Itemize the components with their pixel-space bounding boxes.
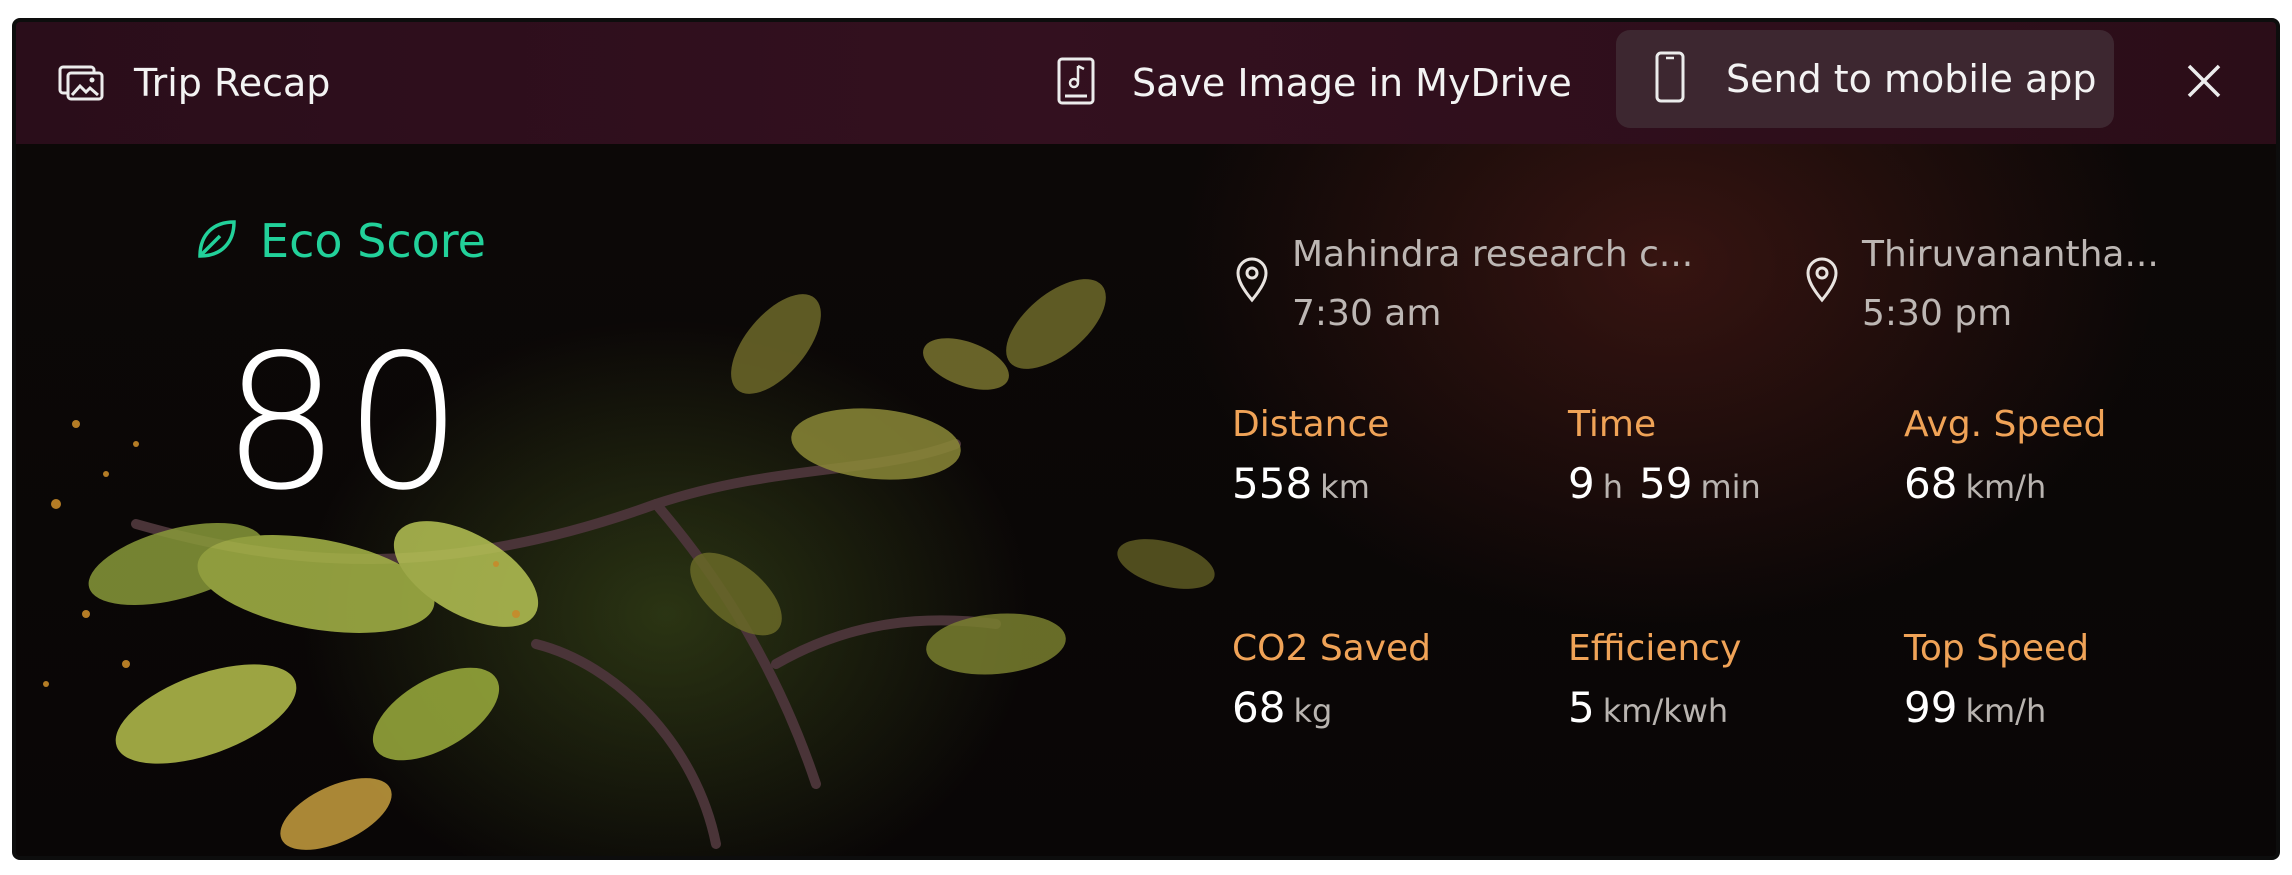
stat-time-label: Time: [1568, 404, 1657, 445]
end-time: 5:30 pm: [1862, 293, 2013, 334]
stat-avg-speed: Avg. Speed 68 km/h: [1904, 404, 2106, 508]
save-image-icon: [1056, 56, 1096, 110]
stat-distance-value: 558: [1232, 459, 1313, 508]
stat-co2-saved: CO2 Saved 68 kg: [1232, 628, 1431, 732]
start-location: Mahindra research c... 7:30 am: [1234, 234, 1693, 334]
save-image-label: Save Image in MyDrive: [1132, 61, 1572, 105]
stat-avg-speed-label: Avg. Speed: [1904, 404, 2107, 445]
stat-avg-speed-unit: km/h: [1965, 468, 2047, 506]
stat-top-speed-label: Top Speed: [1904, 628, 2090, 669]
stat-time-hours-unit: h: [1602, 468, 1624, 506]
stat-efficiency-value: 5: [1568, 683, 1595, 732]
stat-time-hours: 9: [1568, 459, 1595, 508]
leaf-icon: [194, 216, 240, 266]
end-location: Thiruvanantha... 5:30 pm: [1804, 234, 2159, 334]
stat-time-minutes-unit: min: [1700, 468, 1761, 506]
stat-distance-unit: km: [1320, 468, 1370, 506]
save-image-button[interactable]: Save Image in MyDrive: [1056, 22, 1572, 144]
end-location-name: Thiruvanantha...: [1862, 234, 2159, 275]
stat-efficiency-label: Efficiency: [1568, 628, 1742, 669]
stat-co2-saved-label: CO2 Saved: [1232, 628, 1432, 669]
stat-distance: Distance 558 km: [1232, 404, 1389, 508]
gallery-icon: [58, 61, 104, 105]
stat-time-minutes: 59: [1639, 459, 1693, 508]
stat-efficiency-unit: km/kwh: [1602, 692, 1729, 730]
stat-co2-saved-value: 68: [1232, 683, 1286, 732]
stat-distance-label: Distance: [1232, 404, 1390, 445]
stat-top-speed-unit: km/h: [1965, 692, 2047, 730]
location-pin-icon: [1804, 256, 1840, 308]
close-icon: [2185, 62, 2223, 104]
mobile-phone-icon: [1654, 50, 1686, 108]
location-pin-icon: [1234, 256, 1270, 308]
stat-avg-speed-value: 68: [1904, 459, 1958, 508]
trip-recap-card: Trip Recap Save Image in MyDrive Send to…: [12, 18, 2280, 860]
eco-score-value: 80: [222, 314, 467, 531]
send-to-mobile-label: Send to mobile app: [1726, 57, 2097, 101]
stat-time: Time 9 h 59 min: [1568, 404, 1761, 508]
stat-top-speed-value: 99: [1904, 683, 1958, 732]
eco-score-label: Eco Score: [260, 214, 486, 268]
stat-top-speed: Top Speed 99 km/h: [1904, 628, 2089, 732]
close-button[interactable]: [2174, 22, 2234, 144]
title-block: Trip Recap: [58, 22, 330, 144]
trip-summary-panel: Eco Score 80 Mahindra research c... 7:30…: [16, 144, 2276, 856]
stat-co2-saved-unit: kg: [1293, 692, 1333, 730]
send-to-mobile-button[interactable]: Send to mobile app: [1616, 30, 2114, 128]
start-location-name: Mahindra research c...: [1292, 234, 1694, 275]
page-title: Trip Recap: [134, 61, 331, 105]
eco-score-label-row: Eco Score: [194, 214, 486, 268]
header-bar: Trip Recap Save Image in MyDrive Send to…: [16, 22, 2276, 144]
start-time: 7:30 am: [1292, 293, 1442, 334]
stat-efficiency: Efficiency 5 km/kwh: [1568, 628, 1741, 732]
